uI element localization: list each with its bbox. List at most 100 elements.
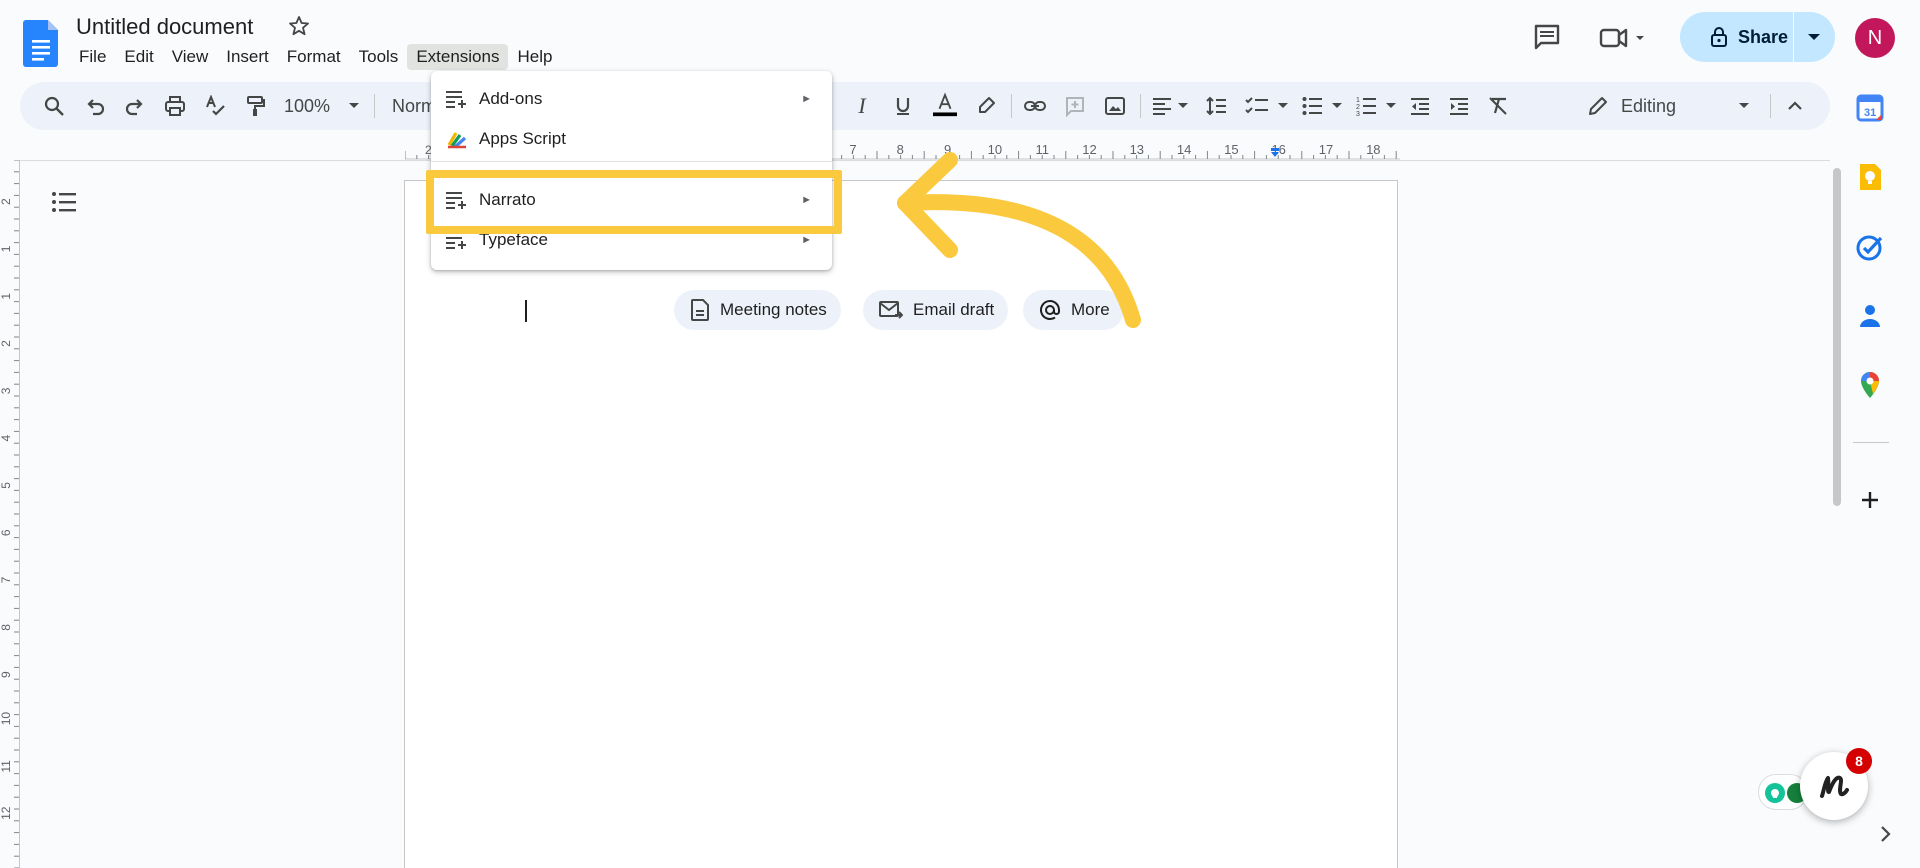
expand-side-panel-chevron-icon[interactable] xyxy=(1873,822,1897,846)
hide-menus-chevron-up-icon[interactable] xyxy=(1783,94,1807,118)
get-add-ons-plus-icon[interactable] xyxy=(1855,485,1885,515)
comment-history-icon[interactable] xyxy=(1532,22,1562,52)
toolbar-divider xyxy=(374,94,375,118)
svg-text:3: 3 xyxy=(1356,111,1360,117)
email-draft-chip[interactable]: Email draft xyxy=(863,290,1009,330)
numbered-list-caret-icon[interactable] xyxy=(1379,94,1403,118)
align-caret-icon[interactable] xyxy=(1171,94,1195,118)
text-cursor xyxy=(525,300,527,322)
toolbar-divider xyxy=(1011,94,1012,118)
search-menus-icon[interactable] xyxy=(42,94,66,118)
star-icon[interactable] xyxy=(287,14,311,38)
style-select[interactable]: Norm xyxy=(392,95,436,117)
insert-link-icon[interactable] xyxy=(1023,94,1047,118)
checklist-icon[interactable] xyxy=(1245,94,1269,118)
add-ons-icon xyxy=(446,91,466,108)
ruler-number: 15 xyxy=(1224,142,1238,157)
ruler-number: 12 xyxy=(1082,142,1096,157)
tasks-icon[interactable] xyxy=(1855,232,1885,262)
calendar-icon[interactable]: 31 xyxy=(1855,93,1885,123)
menu-divider xyxy=(431,161,832,162)
apps-script-icon xyxy=(447,132,467,149)
underline-icon[interactable] xyxy=(891,94,915,118)
ruler-number: 2 xyxy=(0,340,13,347)
menu-item-apps-script[interactable]: Apps Script xyxy=(431,120,832,158)
clear-formatting-icon[interactable] xyxy=(1486,94,1510,118)
menu-extensions[interactable]: Extensions xyxy=(407,44,509,70)
svg-text:31: 31 xyxy=(1864,107,1876,119)
email-draft-icon xyxy=(879,301,903,319)
ruler-number: 3 xyxy=(0,387,13,394)
menu-help[interactable]: Help xyxy=(508,44,561,70)
ruler-number: 1 xyxy=(0,293,13,300)
contacts-icon[interactable] xyxy=(1855,300,1885,330)
document-outline-icon[interactable] xyxy=(50,188,78,216)
ruler-number: 11 xyxy=(0,760,13,773)
menu-item-add-ons[interactable]: Add-ons ► xyxy=(431,80,832,118)
editing-mode-label[interactable]: Editing xyxy=(1621,95,1676,117)
share-button-group: Share xyxy=(1680,12,1835,62)
svg-text:1: 1 xyxy=(1356,97,1360,104)
editing-mode-pencil-icon[interactable] xyxy=(1586,94,1610,118)
bulleted-list-caret-icon[interactable] xyxy=(1325,94,1349,118)
italic-icon[interactable]: I xyxy=(850,93,874,118)
zoom-select[interactable]: 100% xyxy=(284,95,330,117)
undo-icon[interactable] xyxy=(83,94,107,118)
bulleted-list-icon[interactable] xyxy=(1300,94,1324,118)
svg-text:2: 2 xyxy=(1356,104,1360,111)
ruler-number: 12 xyxy=(0,806,13,820)
toolbar-divider xyxy=(1140,94,1141,118)
redo-icon[interactable] xyxy=(123,94,147,118)
zoom-caret-icon[interactable] xyxy=(342,94,366,118)
text-color-icon[interactable] xyxy=(933,92,957,118)
ruler-number: 10 xyxy=(988,142,1002,157)
avatar[interactable]: N xyxy=(1855,18,1895,58)
right-margin-marker xyxy=(1271,148,1279,151)
menu-view[interactable]: View xyxy=(163,44,218,70)
menu-tools[interactable]: Tools xyxy=(350,44,408,70)
meet-icon[interactable] xyxy=(1598,24,1646,52)
insert-image-icon[interactable] xyxy=(1103,94,1127,118)
more-chip[interactable]: More xyxy=(1023,290,1124,330)
ruler-top-border xyxy=(20,160,1830,161)
keep-icon[interactable] xyxy=(1855,162,1885,192)
ruler-number: 8 xyxy=(0,624,13,631)
decrease-indent-icon[interactable] xyxy=(1408,94,1432,118)
menu-edit[interactable]: Edit xyxy=(115,44,162,70)
menu-file[interactable]: File xyxy=(70,44,115,70)
paint-format-icon[interactable] xyxy=(243,94,267,118)
docs-logo-icon[interactable] xyxy=(22,18,62,68)
editing-mode-caret-icon[interactable] xyxy=(1732,94,1756,118)
side-panel-divider xyxy=(1853,442,1889,443)
chip-label: More xyxy=(1071,300,1110,319)
maps-icon[interactable] xyxy=(1855,370,1885,400)
menu-item-label: Add-ons xyxy=(479,89,543,108)
share-button[interactable]: Share xyxy=(1680,12,1793,62)
increase-indent-icon[interactable] xyxy=(1447,94,1471,118)
meeting-notes-chip[interactable]: Meeting notes xyxy=(674,290,841,330)
print-icon[interactable] xyxy=(163,94,187,118)
checklist-caret-icon[interactable] xyxy=(1271,94,1295,118)
document-icon xyxy=(691,299,709,321)
vertical-ruler[interactable]: 21123456789101112 xyxy=(0,160,20,868)
numbered-list-icon[interactable]: 123 xyxy=(1354,94,1378,118)
ruler-number: 6 xyxy=(0,529,13,536)
ruler-number: 18 xyxy=(1366,142,1380,157)
vertical-scrollbar[interactable] xyxy=(1833,168,1841,506)
document-title[interactable]: Untitled document xyxy=(76,12,253,42)
ruler-number: 17 xyxy=(1319,142,1333,157)
menu-insert[interactable]: Insert xyxy=(217,44,278,70)
document-page[interactable] xyxy=(404,180,1398,868)
line-spacing-icon[interactable] xyxy=(1204,94,1228,118)
add-comment-icon[interactable] xyxy=(1063,94,1087,118)
notification-badge: 8 xyxy=(1846,748,1872,774)
menu-format[interactable]: Format xyxy=(278,44,350,70)
ruler-number: 13 xyxy=(1130,142,1144,157)
spellcheck-icon[interactable] xyxy=(203,94,227,118)
menu-item-label: Apps Script xyxy=(479,129,566,148)
ruler-number: 2 xyxy=(0,198,13,205)
highlight-color-icon[interactable] xyxy=(974,94,998,118)
ruler-number: 5 xyxy=(0,482,13,489)
share-dropdown-button[interactable] xyxy=(1794,12,1834,62)
ruler-number: 8 xyxy=(897,142,904,157)
